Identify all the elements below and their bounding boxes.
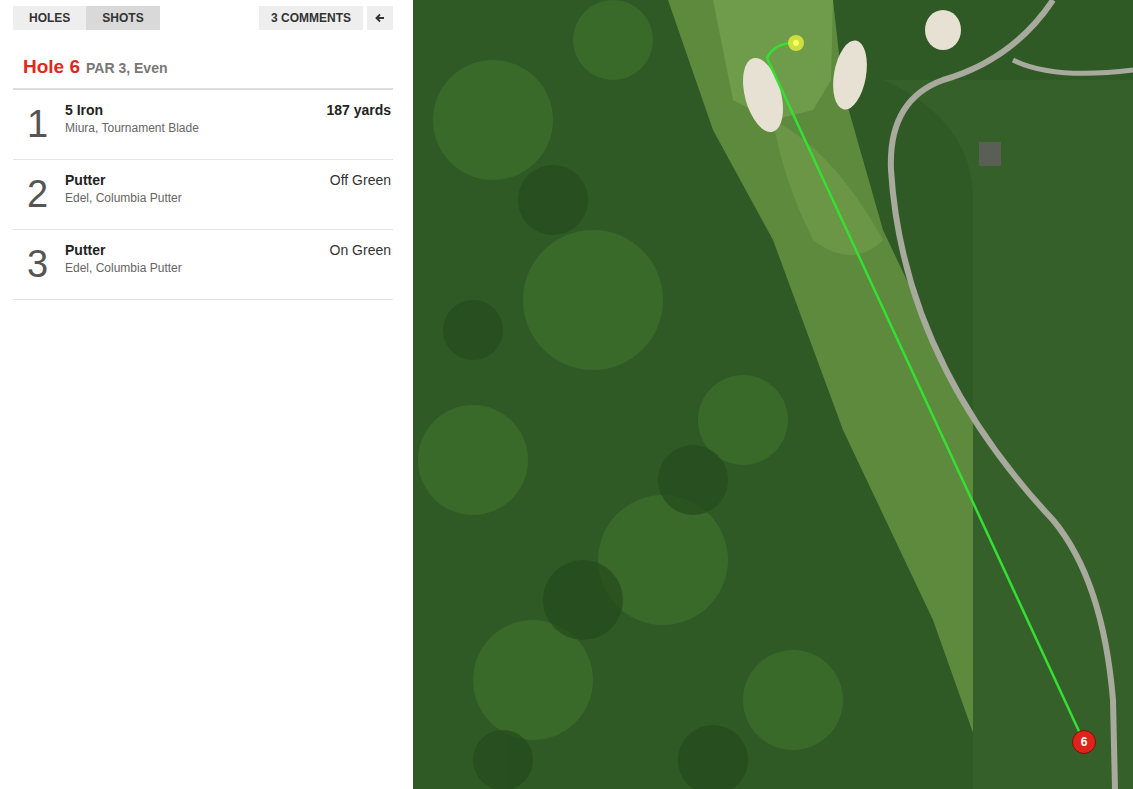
- hole-summary: PAR 3, Even: [86, 60, 167, 76]
- tee-marker[interactable]: 6: [1072, 730, 1096, 754]
- tab[interactable]: SHOTS: [86, 6, 159, 30]
- shot-list: 15 Iron Miura, Tournament Blade187 yards 2…: [13, 88, 393, 300]
- hole-name: Hole 6: [23, 56, 80, 78]
- hole-title: Hole 6 PAR 3, Even: [23, 56, 393, 88]
- shot-row[interactable]: 3Putter Edel, Columbia PutterOn Green: [13, 230, 393, 300]
- shot-model: Miura, Tournament Blade: [65, 121, 326, 135]
- shot-result: On Green: [330, 230, 391, 258]
- shot-result: Off Green: [330, 160, 391, 188]
- shot-result: 187 yards: [326, 90, 391, 118]
- shot-viewer: HOLESSHOTS 3 COMMENTS Hole 6 PAR 3, Even 15 …: [0, 0, 1133, 789]
- comments-button[interactable]: 3 COMMENTS: [259, 6, 363, 30]
- back-button[interactable]: [367, 6, 393, 30]
- map[interactable]: 6: [413, 0, 1133, 789]
- tabs: HOLESSHOTS: [13, 6, 160, 30]
- shot-number: 1: [27, 103, 65, 146]
- ball-position: [788, 35, 804, 51]
- shots-panel: HOLESSHOTS 3 COMMENTS Hole 6 PAR 3, Even 15 …: [0, 0, 413, 789]
- tab[interactable]: HOLES: [13, 6, 86, 30]
- shot-number: 3: [27, 243, 65, 286]
- shot-model: Edel, Columbia Putter: [65, 191, 330, 205]
- arrow-left-icon: [375, 13, 385, 23]
- shot-info: 5 Iron Miura, Tournament Blade: [65, 90, 326, 135]
- shot-info: Putter Edel, Columbia Putter: [65, 230, 330, 275]
- shot-club: Putter: [65, 172, 330, 188]
- top-bar: HOLESSHOTS 3 COMMENTS: [13, 6, 393, 30]
- shot-club: Putter: [65, 242, 330, 258]
- tools: 3 COMMENTS: [259, 6, 393, 30]
- shot-info: Putter Edel, Columbia Putter: [65, 160, 330, 205]
- shot-row[interactable]: 2Putter Edel, Columbia PutterOff Green: [13, 160, 393, 230]
- shot-line: [767, 43, 1084, 742]
- shot-row[interactable]: 15 Iron Miura, Tournament Blade187 yards: [13, 90, 393, 160]
- shot-model: Edel, Columbia Putter: [65, 261, 330, 275]
- shot-club: 5 Iron: [65, 102, 326, 118]
- shot-number: 2: [27, 173, 65, 216]
- satellite-map: [413, 0, 1133, 789]
